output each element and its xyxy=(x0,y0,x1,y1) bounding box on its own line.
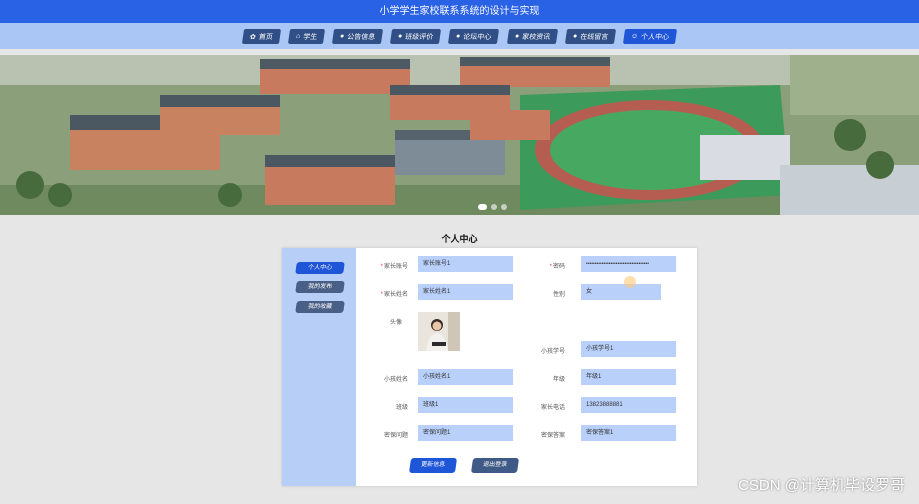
update-info-button[interactable]: 更新信息 xyxy=(408,458,458,473)
campus-banner xyxy=(0,55,919,215)
nav-forum[interactable]: ● 论坛中心 xyxy=(448,28,500,44)
student-no-field[interactable]: 小孩学号1 xyxy=(581,341,676,357)
security-answer-field[interactable]: 密保答案1 xyxy=(581,425,676,441)
password-field[interactable]: •••••••••••••••••••••••••••••••••••• xyxy=(581,256,676,272)
profile-sidebar: 个人中心 我的发布 我的收藏 xyxy=(282,248,356,486)
nav-notice[interactable]: ● 公告信息 xyxy=(331,28,384,44)
comment-icon: ● xyxy=(397,32,403,40)
watermark: CSDN @计算机毕设罗哥 xyxy=(738,477,905,494)
avatar-label: 头像 xyxy=(389,320,402,326)
account-label: *家长账号 xyxy=(380,264,408,270)
nav-message[interactable]: ● 在线留言 xyxy=(564,28,617,44)
banner-dot-3[interactable] xyxy=(501,204,507,210)
banner-pagination xyxy=(478,204,507,210)
child-name-label: 小孩姓名 xyxy=(383,377,408,383)
password-label: *密码 xyxy=(549,264,565,270)
mouse-cursor xyxy=(624,276,636,288)
gender-select[interactable]: 女 xyxy=(581,284,661,300)
banner-dot-2[interactable] xyxy=(491,204,497,210)
forum-icon: ● xyxy=(455,32,462,40)
user-icon: ☺ xyxy=(630,32,639,40)
message-icon: ● xyxy=(572,32,578,40)
sidebar-item-user-center[interactable]: 个人中心 xyxy=(295,262,345,274)
notice-icon: ● xyxy=(339,32,345,40)
nav-user-center[interactable]: ☺ 个人中心 xyxy=(623,28,678,44)
grade-label: 年级 xyxy=(552,377,565,383)
grade-field[interactable]: 年级1 xyxy=(581,369,676,385)
news-icon: ● xyxy=(514,32,520,40)
class-label: 班级 xyxy=(395,405,408,411)
logout-button[interactable]: 退出登录 xyxy=(470,458,520,473)
banner-dot-1[interactable] xyxy=(478,204,487,210)
child-name-field[interactable]: 小孩姓名1 xyxy=(418,369,513,385)
sidebar-item-my-posts[interactable]: 我的发布 xyxy=(295,281,345,293)
phone-label: 家长电话 xyxy=(540,405,565,411)
security-question-label: 密保问题 xyxy=(383,433,408,439)
app-title: 小学学生家校联系系统的设计与实现 xyxy=(0,0,919,23)
name-field[interactable]: 家长姓名1 xyxy=(418,284,513,300)
campus-aerial-image xyxy=(0,55,919,215)
student-no-label: 小孩学号 xyxy=(540,349,565,355)
gender-label: 性别 xyxy=(552,292,565,298)
class-field[interactable]: 班级1 xyxy=(418,397,513,413)
student-icon: ⌂ xyxy=(295,32,301,40)
sidebar-item-my-favorites[interactable]: 我的收藏 xyxy=(295,301,345,313)
page-title: 个人中心 xyxy=(441,234,478,244)
home-icon: ✿ xyxy=(249,33,257,40)
nav-class-review[interactable]: ● 班级评价 xyxy=(390,28,442,44)
account-field[interactable]: 家长账号1 xyxy=(418,256,513,272)
phone-field[interactable]: 13823888881 xyxy=(581,397,676,413)
nav-home[interactable]: ✿ 首页 xyxy=(241,28,281,44)
main-nav: ✿ 首页 ⌂ 学生 ● 公告信息 ● 班级评价 ● 论坛中心 ● 家校资讯 ● 在线留言 ☺ 个… xyxy=(0,23,919,49)
nav-news[interactable]: ● 家校资讯 xyxy=(506,28,558,44)
name-label: *家长姓名 xyxy=(380,292,408,298)
security-answer-label: 密保答案 xyxy=(540,433,565,439)
security-question-field[interactable]: 密保问题1 xyxy=(418,425,513,441)
nav-student[interactable]: ⌂ 学生 xyxy=(287,28,325,44)
avatar-image[interactable] xyxy=(418,312,460,351)
